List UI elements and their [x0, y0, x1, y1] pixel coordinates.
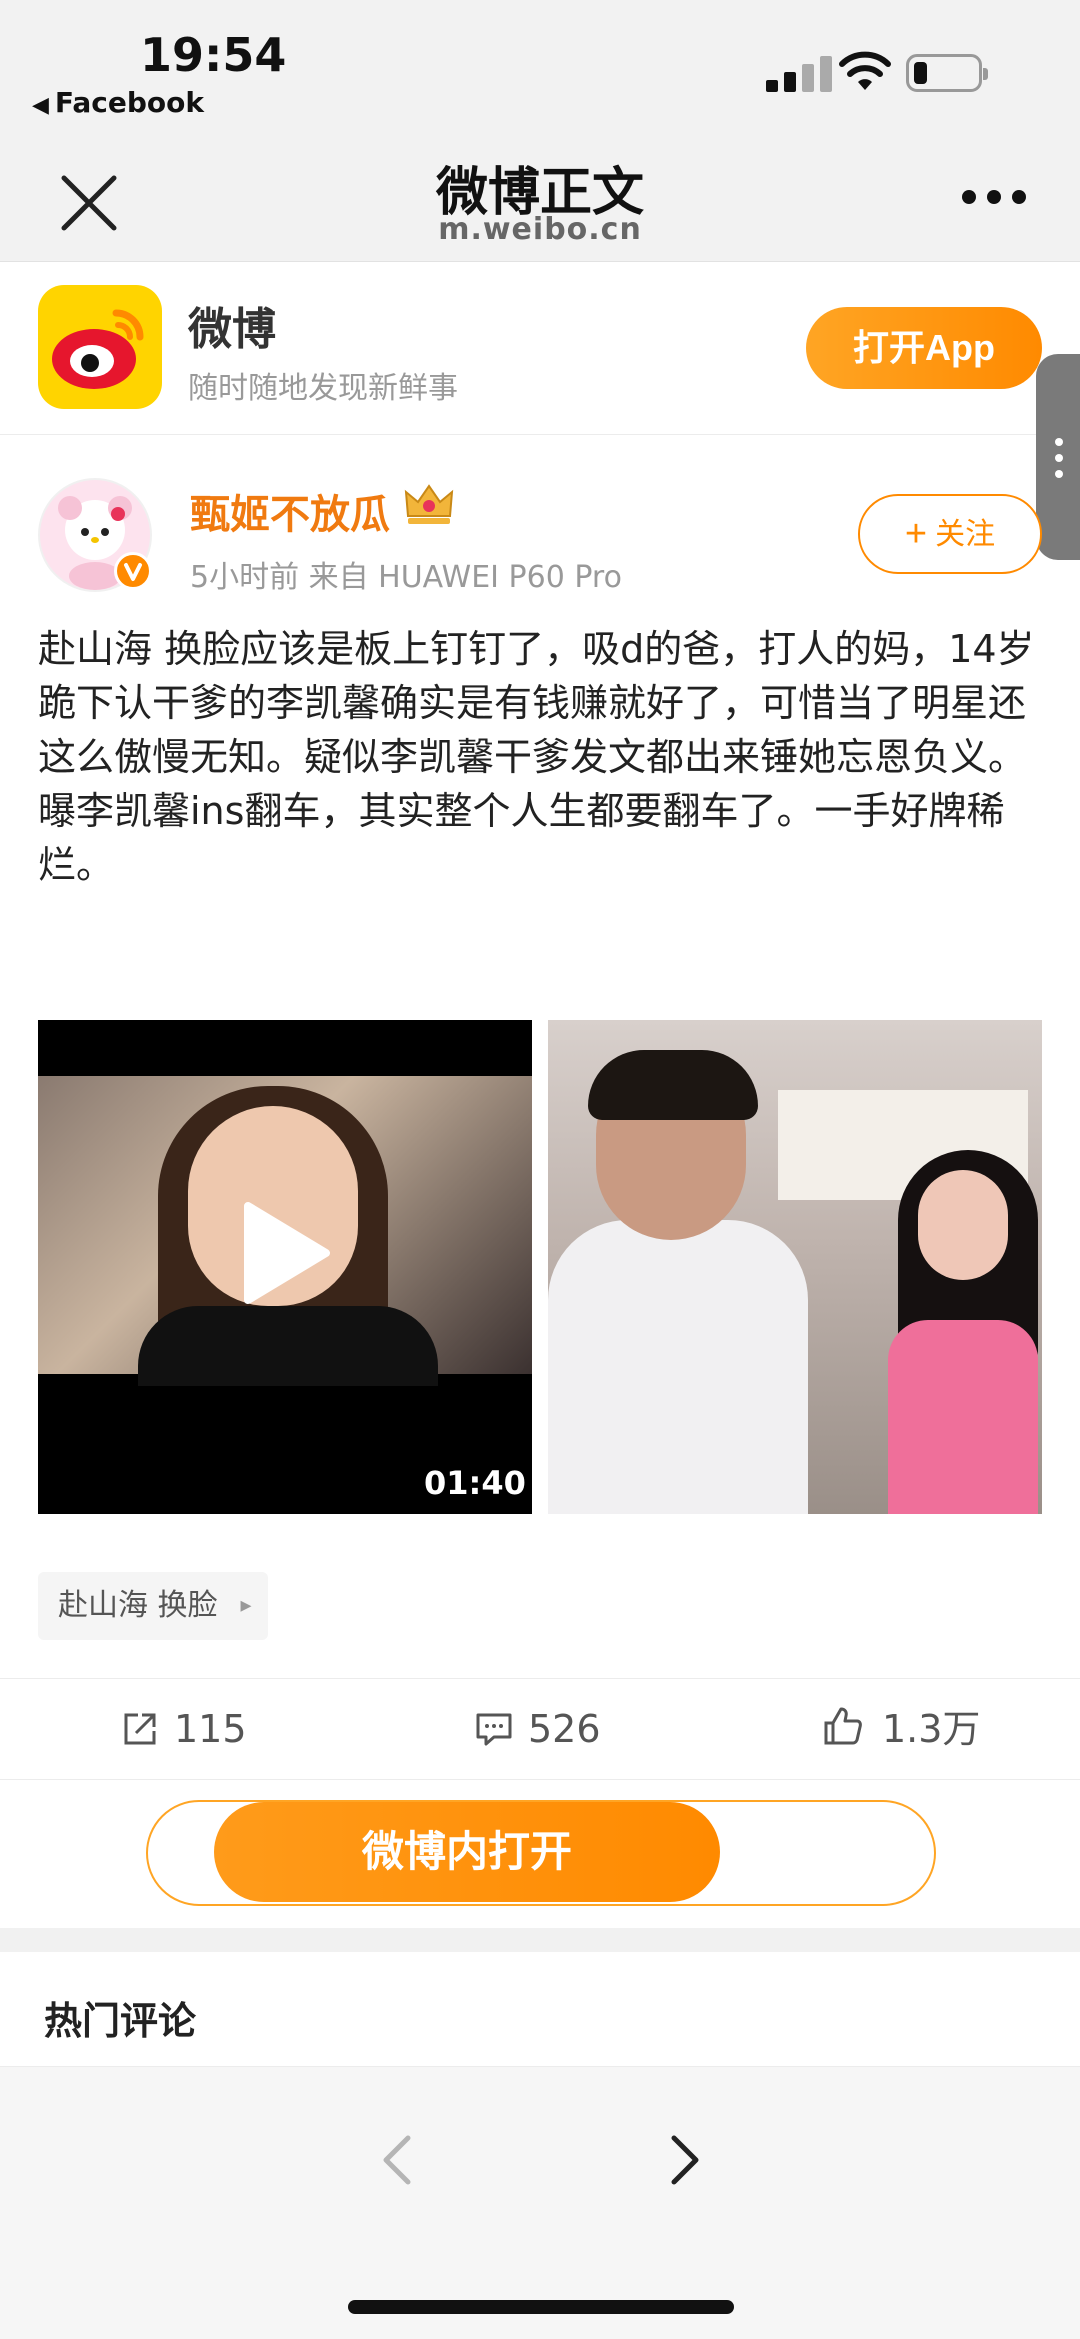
- share-icon: [124, 1713, 156, 1745]
- play-icon[interactable]: [234, 1198, 334, 1308]
- share-button[interactable]: 115: [120, 1679, 300, 1779]
- comment-count: 526: [528, 1707, 601, 1751]
- thumbs-up-icon: [824, 1707, 862, 1745]
- status-time: 19:54: [140, 28, 287, 82]
- back-triangle-icon: ◀: [32, 93, 49, 118]
- weibo-logo-icon: [38, 285, 162, 409]
- hot-comments-heading: 热门评论: [44, 1999, 197, 2043]
- post-paragraph: 曝李凯馨ins翻车，其实整个人生都要翻车了。一手好牌稀烂。: [38, 789, 1005, 887]
- back-to-app-link[interactable]: ◀ Facebook: [32, 86, 204, 119]
- follow-button[interactable]: + 关注: [858, 494, 1042, 574]
- verified-badge-icon: [114, 552, 152, 590]
- side-menu-handle[interactable]: [1036, 354, 1080, 560]
- app-name: 微博: [188, 304, 276, 355]
- section-divider: [0, 1928, 1080, 1952]
- open-in-weibo-button[interactable]: 微博内打开: [214, 1802, 720, 1902]
- like-button[interactable]: 1.3万: [822, 1679, 1022, 1779]
- cellular-signal-icon: [766, 56, 838, 92]
- comment-icon: [476, 1713, 512, 1746]
- post-author-name[interactable]: 甄姬不放瓜: [190, 482, 390, 540]
- home-indicator[interactable]: [348, 2300, 734, 2314]
- plus-icon: +: [904, 513, 928, 555]
- app-download-banner: 微博 随时随地发现新鲜事 打开App: [0, 263, 1080, 435]
- wifi-icon: [839, 51, 891, 90]
- page-url: m.weibo.cn: [438, 212, 642, 247]
- follow-label: 关注: [935, 518, 996, 551]
- comment-button[interactable]: 526: [474, 1679, 654, 1779]
- like-count: 1.3万: [882, 1707, 981, 1751]
- chevron-right-icon[interactable]: [660, 2130, 710, 2190]
- chevron-right-icon: ▸: [240, 1593, 252, 1618]
- more-options-icon[interactable]: [962, 190, 1026, 210]
- topic-label: 赴山海 换脸: [58, 1588, 218, 1623]
- post-paragraph: 赴山海 换脸应该是板上钉钉了，吸d的爸，打人的妈，14岁跪下认干爹的李凯馨确实是…: [38, 627, 1035, 779]
- app-slogan: 随时随地发现新鲜事: [188, 371, 458, 406]
- battery-level: [914, 62, 927, 84]
- browser-bottom-bar: [0, 2067, 1080, 2339]
- video-duration: 01:40: [424, 1464, 526, 1502]
- video-thumbnail[interactable]: 01:40: [38, 1020, 532, 1514]
- post-actions-bar: 115 526 1.3万: [0, 1678, 1080, 1780]
- post-body: 赴山海 换脸应该是板上钉钉了，吸d的爸，打人的妈，14岁跪下认干爹的李凯馨确实是…: [38, 622, 1048, 892]
- status-bar: 19:54 ◀ Facebook: [0, 0, 1080, 150]
- browser-nav-bar: 微博正文 m.weibo.cn: [0, 150, 1080, 262]
- chevron-left-icon[interactable]: [372, 2130, 422, 2190]
- post-meta: 5小时前 来自 HUAWEI P60 Pro: [190, 560, 622, 595]
- share-count: 115: [174, 1707, 247, 1751]
- crown-icon: [404, 484, 454, 524]
- post-image[interactable]: [548, 1020, 1042, 1514]
- open-app-button[interactable]: 打开App: [806, 307, 1042, 389]
- back-app-label: Facebook: [54, 86, 205, 119]
- battery-icon: [906, 54, 988, 92]
- topic-tag[interactable]: 赴山海 换脸 ▸: [38, 1572, 268, 1640]
